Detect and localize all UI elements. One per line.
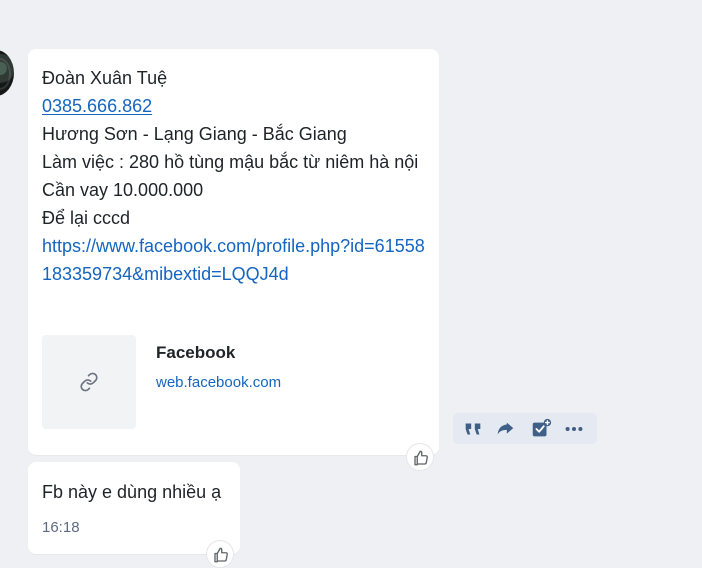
id-card-line: Để lại cccd: [42, 208, 131, 228]
link-icon: [80, 372, 98, 392]
quote-button[interactable]: [462, 418, 484, 440]
task-icon: [532, 418, 552, 437]
loan-line: Cần vay 10.000.000: [42, 180, 204, 200]
more-button[interactable]: [563, 418, 585, 440]
work-line: Làm việc : 280 hồ tùng mậu bắc từ niêm h…: [42, 152, 419, 172]
link-preview-domain[interactable]: web.facebook.com: [156, 374, 281, 391]
message-action-toolbar: [453, 413, 597, 444]
message-text-block: Đoàn Xuân Tuệ 0385.666.862 Hương Sơn - L…: [42, 64, 428, 288]
profile-url-line: https://www.facebook.com/profile.php?id=…: [42, 232, 428, 288]
phone-number-line: 0385.666.862: [42, 92, 428, 120]
thumbs-up-icon: [414, 450, 428, 466]
message-name-line: Đoàn Xuân Tuệ: [42, 68, 168, 88]
sender-avatar[interactable]: [0, 50, 14, 96]
share-button[interactable]: [494, 418, 516, 440]
link-preview[interactable]: Facebook web.facebook.com: [42, 335, 422, 429]
link-preview-thumbnail[interactable]: [42, 335, 136, 429]
reaction-button[interactable]: [206, 540, 234, 568]
quote-icon: [465, 423, 481, 435]
message-text: Fb này e dùng nhiều ạ: [42, 482, 222, 502]
profile-link[interactable]: https://www.facebook.com/profile.php?id=…: [42, 236, 425, 284]
phone-link[interactable]: 0385.666.862: [42, 96, 152, 116]
address-line: Hương Sơn - Lạng Giang - Bắc Giang: [42, 124, 347, 144]
message-bubble: Fb này e dùng nhiều ạ 16:18: [28, 462, 240, 554]
more-icon: [565, 426, 583, 432]
thumbs-up-icon: [214, 547, 228, 563]
task-button[interactable]: [530, 418, 552, 440]
message-bubble: Đoàn Xuân Tuệ 0385.666.862 Hương Sơn - L…: [28, 49, 439, 455]
link-preview-title[interactable]: Facebook: [156, 343, 235, 363]
share-icon: [497, 422, 514, 435]
reaction-button[interactable]: [406, 443, 434, 471]
message-time: 16:18: [42, 519, 80, 536]
